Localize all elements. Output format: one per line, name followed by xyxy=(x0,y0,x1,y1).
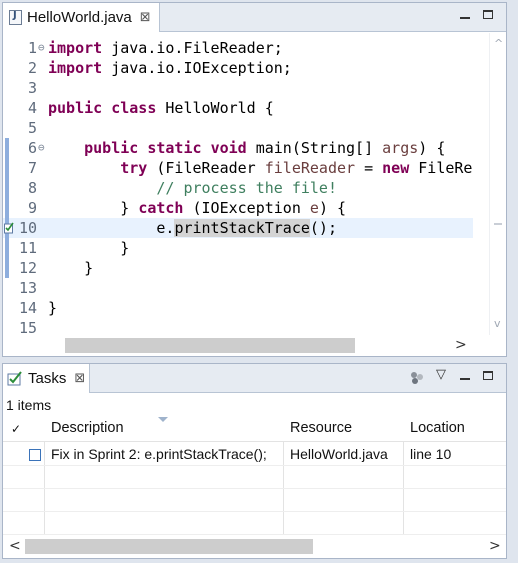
code-line[interactable]: 7 try (FileReader fileReader = new FileR… xyxy=(3,158,473,178)
table-header: ✓ Description Resource Location xyxy=(3,417,506,442)
tasks-tab-label: Tasks xyxy=(28,370,67,387)
line-number: 2 xyxy=(27,59,37,77)
minimize-icon[interactable] xyxy=(460,9,470,21)
task-options-icon[interactable] xyxy=(409,371,425,385)
code-line[interactable]: 6 ⊖ public static void main(String[] args… xyxy=(3,138,473,158)
header-check[interactable]: ✓ xyxy=(11,422,21,436)
task-checkbox[interactable] xyxy=(29,449,41,461)
code-text: public static void main(String[] args) { xyxy=(84,139,446,157)
maximize-icon[interactable] xyxy=(483,370,493,382)
code-text: // process the file! xyxy=(156,179,337,197)
line-number: 8 xyxy=(27,179,37,197)
code-line[interactable]: 4 public class HelloWorld { xyxy=(3,98,473,118)
overview-ruler-mark xyxy=(494,223,502,225)
code-line[interactable]: 3 xyxy=(3,78,473,98)
code-line[interactable]: 1 ⊖ import java.io.FileReader; xyxy=(3,38,473,58)
tasks-icon xyxy=(7,371,22,386)
editor-tab-label: HelloWorld.java xyxy=(27,9,132,26)
items-count: 1 items xyxy=(6,397,52,413)
code-text: } xyxy=(48,299,58,317)
empty-row xyxy=(3,489,506,512)
code-text: } xyxy=(48,239,130,257)
line-number: 11 xyxy=(18,239,37,257)
code-line[interactable]: 13 xyxy=(3,278,473,298)
close-icon[interactable]: ⊠ xyxy=(140,10,151,25)
line-number: 5 xyxy=(27,119,37,137)
tasks-scroll-thumb[interactable] xyxy=(25,539,313,554)
line-number: 7 xyxy=(27,159,37,177)
line-number: 4 xyxy=(27,99,37,117)
code-text: e.printStackTrace(); xyxy=(48,219,337,237)
scroll-up-icon[interactable]: ^ xyxy=(494,37,503,50)
editor-panel: HelloWorld.java ⊠ 1⊖import java.io.FileR… xyxy=(2,2,507,357)
scroll-down-icon[interactable]: v xyxy=(494,317,501,330)
code-line[interactable]: 8 // process the file! xyxy=(3,178,473,198)
header-location[interactable]: Location xyxy=(410,420,465,436)
line-number: 1 xyxy=(27,39,37,57)
fold-toggle-icon[interactable]: ⊖ xyxy=(38,38,45,58)
task-marker-icon[interactable] xyxy=(4,222,14,234)
sort-indicator-icon xyxy=(158,417,168,422)
editor-tab-helloworld[interactable]: HelloWorld.java ⊠ xyxy=(3,3,160,32)
tasks-tab[interactable]: Tasks ⊠ xyxy=(3,364,90,393)
tasks-panel: Tasks ⊠ ▽ 1 items ✓ Description Resource… xyxy=(2,363,507,559)
change-ruler-mark xyxy=(5,138,9,278)
tasks-table: ✓ Description Resource Location Fix in S… xyxy=(3,417,506,535)
code-text: } xyxy=(48,259,94,277)
view-menu-icon[interactable]: ▽ xyxy=(436,368,446,381)
line-number: 3 xyxy=(27,79,37,97)
line-number: 13 xyxy=(18,279,37,297)
empty-row xyxy=(3,466,506,489)
vertical-scrollbar[interactable]: ^ v xyxy=(489,33,506,335)
code-line[interactable]: 5 xyxy=(3,118,473,138)
java-file-icon xyxy=(9,10,22,25)
table-row[interactable]: Fix in Sprint 2: e.printStackTrace(); He… xyxy=(3,443,506,466)
task-location: line 10 xyxy=(410,446,452,462)
code-line[interactable]: 10 e.printStackTrace(); xyxy=(3,218,473,238)
empty-row xyxy=(3,512,506,535)
code-text: import java.io.IOException; xyxy=(48,59,292,77)
header-resource[interactable]: Resource xyxy=(290,420,352,436)
code-text: public class HelloWorld { xyxy=(48,99,274,117)
code-text: } catch (IOException e) { xyxy=(48,199,347,217)
minimize-icon[interactable] xyxy=(460,370,470,382)
maximize-icon[interactable] xyxy=(483,9,493,21)
close-icon[interactable]: ⊠ xyxy=(74,371,85,386)
line-number: 6 xyxy=(27,139,37,157)
horizontal-scroll-thumb[interactable] xyxy=(65,338,355,353)
code-line[interactable]: 15 xyxy=(3,318,473,335)
task-description: Fix in Sprint 2: e.printStackTrace(); xyxy=(51,446,267,462)
tasks-horizontal-scrollbar[interactable]: < > xyxy=(3,536,506,558)
scroll-right-icon[interactable]: > xyxy=(455,337,467,353)
header-description[interactable]: Description xyxy=(51,420,124,436)
code-line[interactable]: 11 } xyxy=(3,238,473,258)
fold-toggle-icon[interactable]: ⊖ xyxy=(38,138,45,158)
code-editor[interactable]: 1 ⊖ import java.io.FileReader; 2 import java… xyxy=(3,33,491,335)
tasks-tab-strip: Tasks ⊠ ▽ xyxy=(3,364,506,393)
line-number: 12 xyxy=(18,259,37,277)
code-line[interactable]: 2 import java.io.IOException; xyxy=(3,58,473,78)
line-number: 14 xyxy=(18,299,37,317)
task-resource: HelloWorld.java xyxy=(290,446,388,462)
line-number: 15 xyxy=(18,319,37,335)
code-line[interactable]: 9 } catch (IOException e) { xyxy=(3,198,473,218)
scroll-left-icon[interactable]: < xyxy=(9,538,21,554)
code-text: try (FileReader fileReader = new FileRe xyxy=(120,159,473,177)
scroll-right-icon[interactable]: > xyxy=(489,538,501,554)
code-line[interactable]: 12 } xyxy=(3,258,473,278)
code-line[interactable]: 14} xyxy=(3,298,473,318)
editor-tab-strip: HelloWorld.java ⊠ xyxy=(3,3,506,32)
line-number: 9 xyxy=(27,199,37,217)
code-text: import java.io.FileReader; xyxy=(48,39,283,57)
horizontal-scrollbar[interactable] xyxy=(45,335,485,355)
